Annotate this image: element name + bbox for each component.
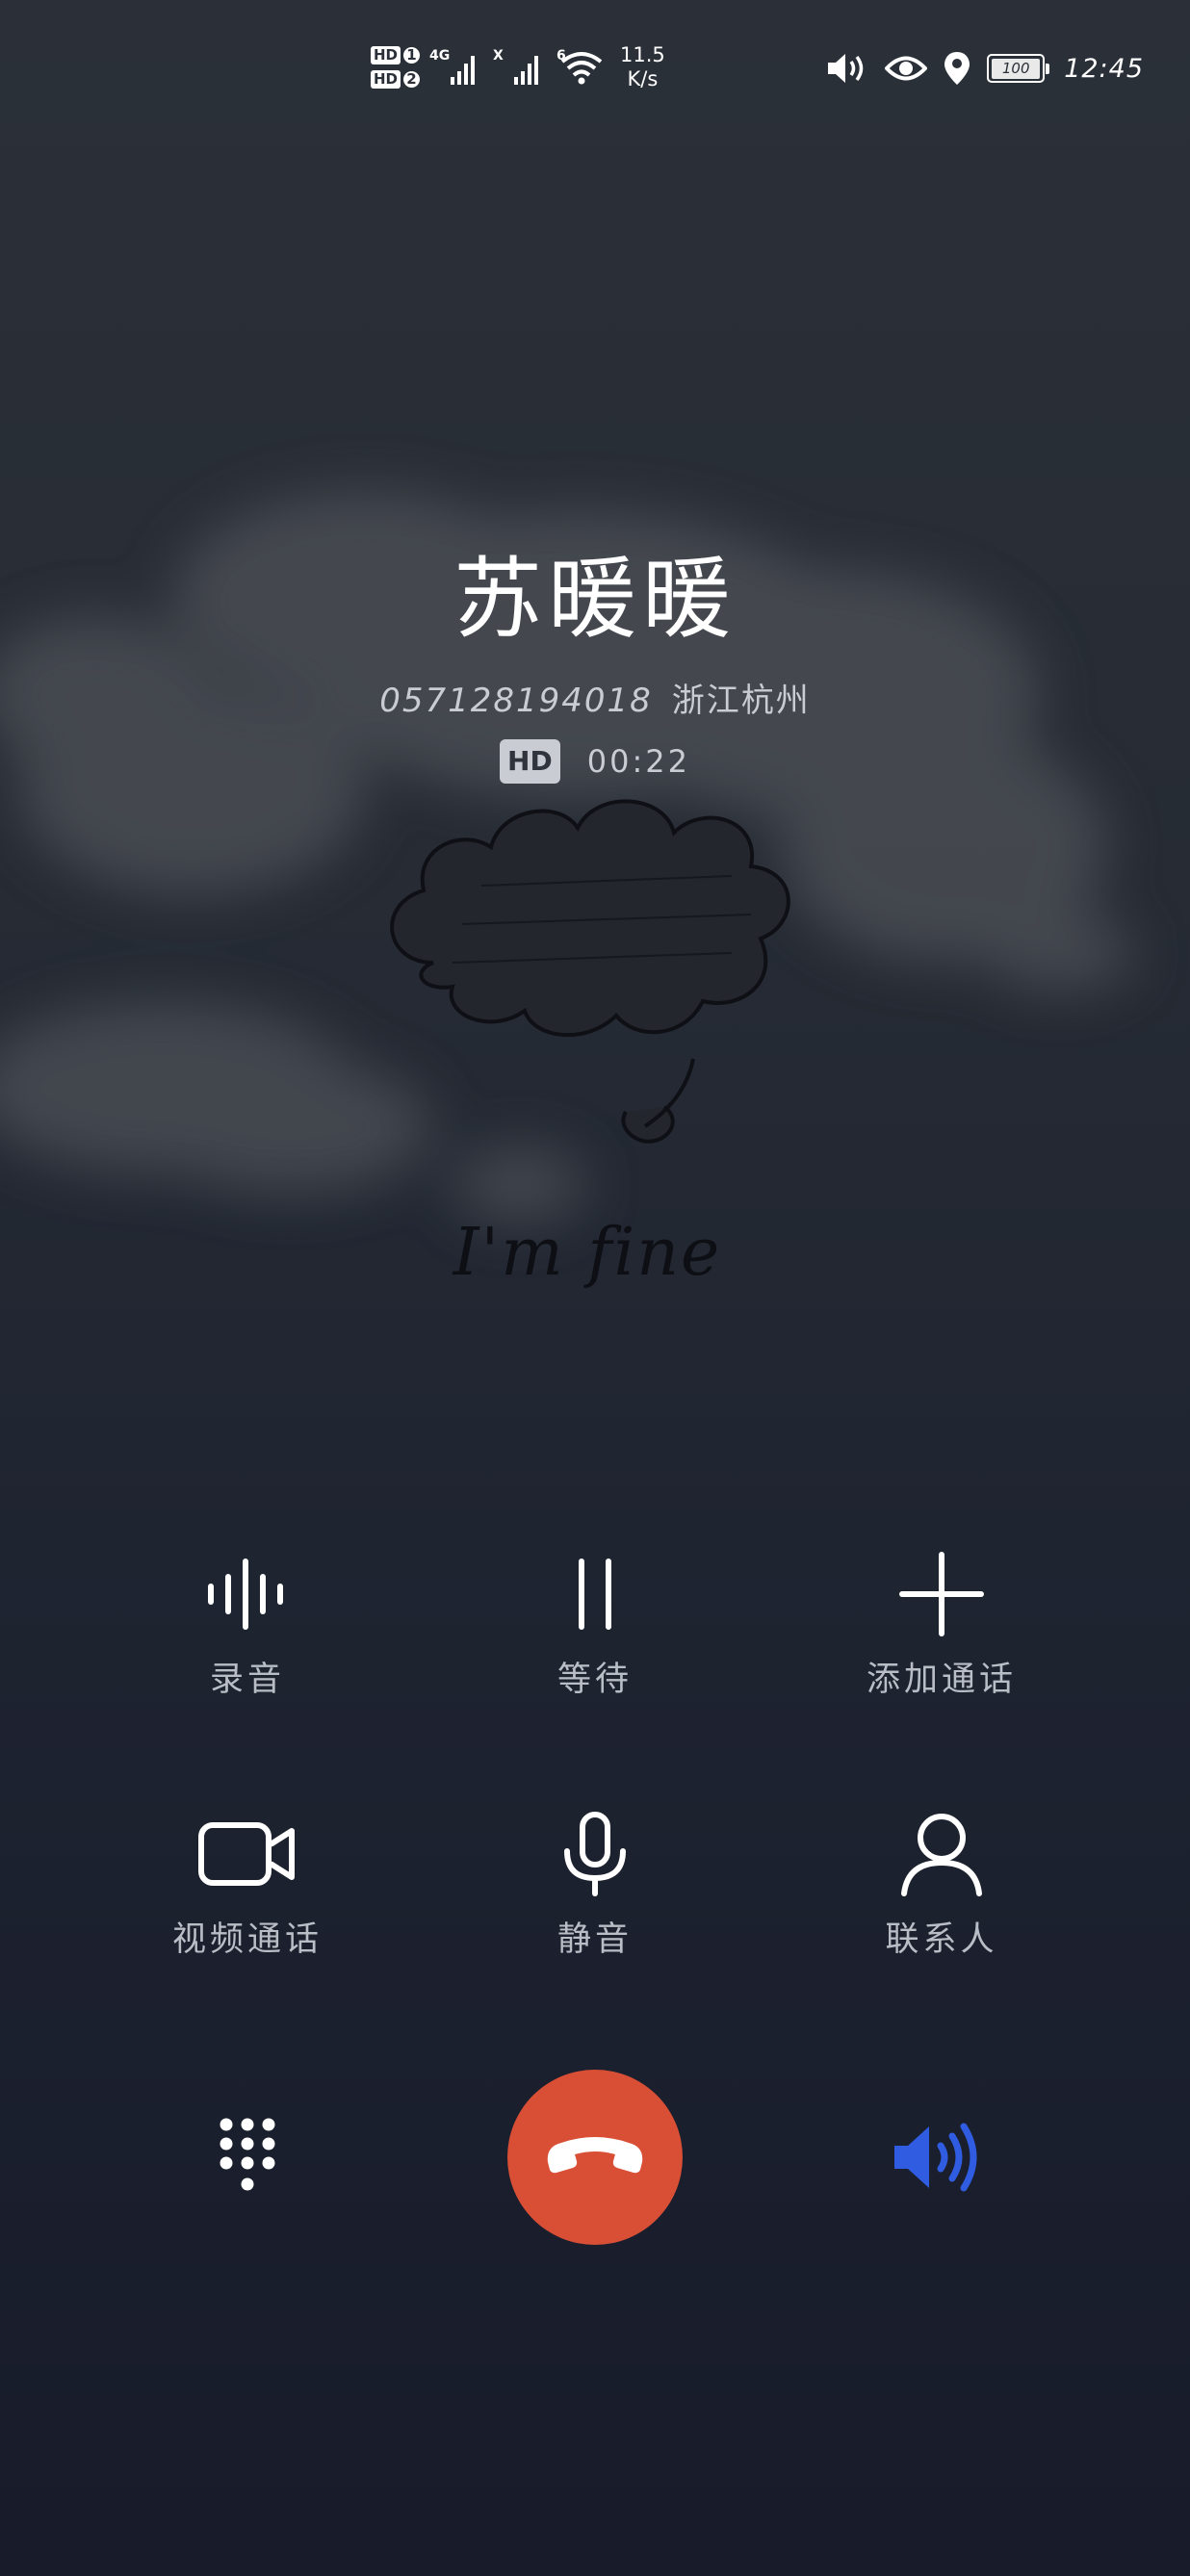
person-icon: [884, 1806, 999, 1902]
call-duration: 00:22: [586, 743, 690, 780]
hd-voice-badge: HD: [500, 739, 560, 784]
call-meta: HD 00:22: [0, 739, 1190, 784]
speed-value: 11.5: [620, 43, 665, 66]
contacts-button[interactable]: 联系人: [826, 1806, 1057, 1961]
volume-icon: [828, 54, 864, 83]
signal-2-label: X: [493, 48, 504, 64]
sim2-index: 2: [403, 71, 421, 88]
sim1-index: 1: [403, 47, 421, 64]
dialpad-icon: [220, 2118, 275, 2191]
keypad-button[interactable]: [190, 2104, 305, 2210]
record-button[interactable]: 录音: [132, 1546, 363, 1701]
battery-level: 100: [992, 58, 1041, 79]
signal-1-label: 4G: [429, 48, 451, 64]
status-right: 100 12:45: [825, 46, 1144, 90]
hold-label: 等待: [556, 1661, 633, 1699]
sketch-cloud: [390, 799, 790, 1144]
speaker-icon: [894, 2123, 977, 2192]
caller-name: 苏暖暖: [453, 548, 737, 651]
eye-icon: [885, 56, 928, 81]
mute-button[interactable]: 静音: [479, 1806, 711, 1961]
speaker-button[interactable]: [883, 2104, 998, 2210]
status-time: 12:45: [1064, 53, 1144, 84]
waveform-icon: [190, 1546, 305, 1642]
hang-up-icon: [547, 2137, 643, 2174]
microphone-icon: [537, 1806, 653, 1902]
video-call-label: 视频通话: [171, 1920, 323, 1959]
status-bar: HD 1 HD 2 4G X 6 11.5 K/s 100 12:45: [0, 0, 1190, 135]
add-call-label: 添加通话: [866, 1661, 1017, 1699]
wifi-label: 6: [556, 48, 566, 64]
sim1-hd: HD: [371, 46, 401, 64]
sim1-indicator: HD 1: [371, 46, 421, 64]
mute-label: 静音: [556, 1920, 633, 1959]
contacts-label: 联系人: [885, 1920, 998, 1959]
plus-icon: [884, 1546, 999, 1642]
speed-unit: K/s: [627, 67, 659, 90]
battery-icon: 100: [987, 54, 1050, 83]
network-speed: 11.5 K/s: [620, 43, 665, 91]
caller-location: 浙江杭州: [671, 682, 811, 720]
location-icon: [944, 52, 970, 85]
status-left: HD 1 HD 2 4G X 6 11.5 K/s: [371, 37, 665, 98]
sim2-indicator: HD 2: [371, 70, 421, 89]
caller-number: 057128194018: [379, 682, 653, 720]
wallpaper-caption: I'm fine: [453, 1215, 722, 1291]
video-call-button[interactable]: 视频通话: [132, 1806, 363, 1961]
video-camera-icon: [190, 1806, 305, 1902]
pause-icon: [537, 1546, 653, 1642]
signal-2: X: [493, 44, 547, 90]
add-call-button[interactable]: 添加通话: [826, 1546, 1057, 1701]
record-label: 录音: [209, 1661, 285, 1699]
sim-indicators: HD 1 HD 2: [371, 46, 421, 89]
end-call-button[interactable]: [507, 2070, 683, 2245]
wifi-status: 6: [556, 44, 605, 90]
caller-info: 057128194018 浙江杭州: [0, 674, 1190, 721]
hold-button[interactable]: 等待: [479, 1546, 711, 1701]
sim2-hd: HD: [371, 70, 401, 89]
signal-1: 4G: [429, 44, 483, 90]
